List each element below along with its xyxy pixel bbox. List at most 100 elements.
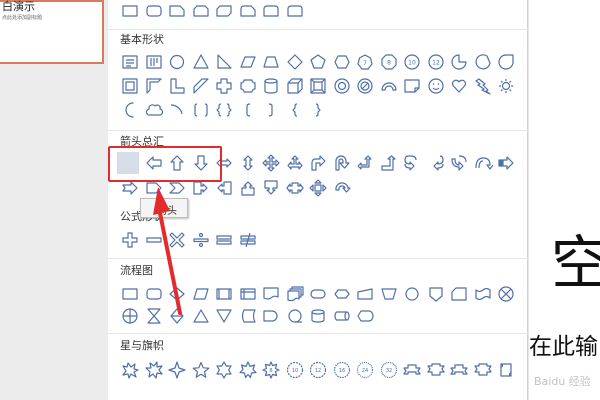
shape-can-icon[interactable] [261, 76, 281, 96]
shape-dodecagon-icon[interactable]: 12 [426, 52, 446, 72]
shape-bevel-icon[interactable] [308, 76, 328, 96]
slide-canvas[interactable]: 空 在此输 [529, 0, 600, 400]
shape-cloud-icon[interactable] [144, 100, 164, 120]
shape-divide-icon[interactable] [191, 230, 211, 250]
shape-heart-icon[interactable] [449, 76, 469, 96]
shape-manualinput-icon[interactable] [355, 284, 375, 304]
shape-cube-icon[interactable] [285, 76, 305, 96]
shape-star16-icon[interactable]: 16 [332, 360, 352, 380]
shape-lightning-icon[interactable] [473, 76, 493, 96]
shape-foldedcorner-icon[interactable] [402, 76, 422, 96]
shape-star32-icon[interactable]: 32 [379, 360, 399, 380]
shape-connector-icon[interactable] [402, 284, 422, 304]
shape-stripedright-icon[interactable] [496, 153, 516, 173]
shape-ribbonup-icon[interactable] [402, 360, 422, 380]
shape-roundrect-icon[interactable] [144, 1, 164, 21]
shape-dblbrace-icon[interactable] [214, 100, 234, 120]
shape-arc-icon[interactable] [167, 100, 187, 120]
shape-star10-icon[interactable]: 10 [285, 360, 305, 380]
shape-curveddown-icon[interactable] [473, 153, 493, 173]
shape-curvedup-icon[interactable] [449, 153, 469, 173]
shape-merge-icon[interactable] [214, 306, 234, 326]
shape-diagstripe-icon[interactable] [191, 76, 211, 96]
shape-leftup-icon[interactable] [355, 153, 375, 173]
shape-moon-icon[interactable] [120, 100, 140, 120]
shape-magdisk-icon[interactable] [308, 306, 328, 326]
shape-card-icon[interactable] [449, 284, 469, 304]
shape-circular-icon[interactable] [332, 178, 352, 198]
shape-summing-icon[interactable] [496, 284, 516, 304]
shape-display-icon[interactable] [355, 306, 375, 326]
shape-explosion1-icon[interactable] [120, 360, 140, 380]
shape-pentagon-icon[interactable] [308, 52, 328, 72]
shape-rtriangle-icon[interactable] [214, 52, 234, 72]
shape-donut-icon[interactable] [332, 76, 352, 96]
shape-curvedleft-icon[interactable] [426, 153, 446, 173]
shape-ribbondown-icon[interactable] [426, 360, 446, 380]
shape-snip1-icon[interactable] [167, 1, 187, 21]
shape-lbracket-icon[interactable] [238, 100, 258, 120]
shape-chord-icon[interactable] [473, 52, 493, 72]
shape-curvedright-icon[interactable] [402, 153, 422, 173]
shape-ribbonup-icon[interactable] [449, 360, 469, 380]
shape-quadcallout-icon[interactable] [308, 178, 328, 198]
shape-snip2-icon[interactable] [191, 1, 211, 21]
shape-explosion2-icon[interactable] [144, 360, 164, 380]
shape-nosymbol-icon[interactable] [355, 76, 375, 96]
shape-frame-icon[interactable] [120, 76, 140, 96]
shape-round2-icon[interactable] [261, 1, 281, 21]
shape-seqaccess-icon[interactable] [285, 306, 305, 326]
shape-lshape-icon[interactable] [167, 76, 187, 96]
shape-decagon-icon[interactable]: 10 [402, 52, 422, 72]
shape-terminator-icon[interactable] [308, 284, 328, 304]
shape-star5-icon[interactable] [191, 360, 211, 380]
shape-star7-icon[interactable] [238, 360, 258, 380]
shape-heptagon-icon[interactable]: 7 [355, 52, 375, 72]
shape-triangle-icon[interactable] [191, 52, 211, 72]
shape-rect-icon[interactable] [120, 1, 140, 21]
shape-star24-icon[interactable]: 24 [355, 360, 375, 380]
shape-round2-icon[interactable] [285, 1, 305, 21]
shape-rbracket-icon[interactable] [261, 100, 281, 120]
shape-document-icon[interactable] [261, 284, 281, 304]
shape-predefined-icon[interactable] [214, 284, 234, 304]
shape-process-icon[interactable] [120, 284, 140, 304]
shape-smiley-icon[interactable] [426, 76, 446, 96]
shape-scrollv-icon[interactable] [496, 360, 516, 380]
shape-hexagon-icon[interactable] [332, 52, 352, 72]
shape-diamond-icon[interactable] [285, 52, 305, 72]
shape-quadarrow-icon[interactable] [261, 153, 281, 173]
shape-bentarrow-icon[interactable] [308, 153, 328, 173]
shape-preparation-icon[interactable] [332, 284, 352, 304]
shape-manualop-icon[interactable] [379, 284, 399, 304]
shape-cross-icon[interactable] [214, 76, 234, 96]
shape-rbrace-icon[interactable] [308, 100, 328, 120]
shape-snipdiag-icon[interactable] [214, 1, 234, 21]
shape-downcallout-icon[interactable] [261, 178, 281, 198]
slide-body-placeholder[interactable]: 在此输 [529, 327, 598, 361]
shape-ellipse-icon[interactable] [167, 52, 187, 72]
shape-lrcallout-icon[interactable] [285, 178, 305, 198]
shape-trapezoid-icon[interactable] [261, 52, 281, 72]
slide-title-text[interactable]: 空 [551, 234, 600, 292]
shape-uturn-icon[interactable] [332, 153, 352, 173]
shape-delay-icon[interactable] [261, 306, 281, 326]
shape-directaccess-icon[interactable] [332, 306, 352, 326]
shape-star6-icon[interactable] [214, 360, 234, 380]
shape-multidoc-icon[interactable] [285, 284, 305, 304]
shape-pie-icon[interactable] [449, 52, 469, 72]
shape-teardrop-icon[interactable] [496, 52, 516, 72]
shape-textbox-icon[interactable] [120, 52, 140, 72]
shape-internal-icon[interactable] [238, 284, 258, 304]
shape-star8-icon[interactable]: 8 [261, 360, 281, 380]
shape-data-icon[interactable] [191, 284, 211, 304]
shape-halfframe-icon[interactable] [144, 76, 164, 96]
shape-bentup-icon[interactable] [379, 153, 399, 173]
shape-lrup-icon[interactable] [285, 153, 305, 173]
shape-offpage-icon[interactable] [426, 284, 446, 304]
shape-stored-icon[interactable] [238, 306, 258, 326]
shape-orjunction-icon[interactable] [120, 306, 140, 326]
slide-thumbnail[interactable]: 白演示 点此处添加副标题 [0, 0, 104, 64]
shape-punchedtape-icon[interactable] [473, 284, 493, 304]
shape-extract-icon[interactable] [191, 306, 211, 326]
